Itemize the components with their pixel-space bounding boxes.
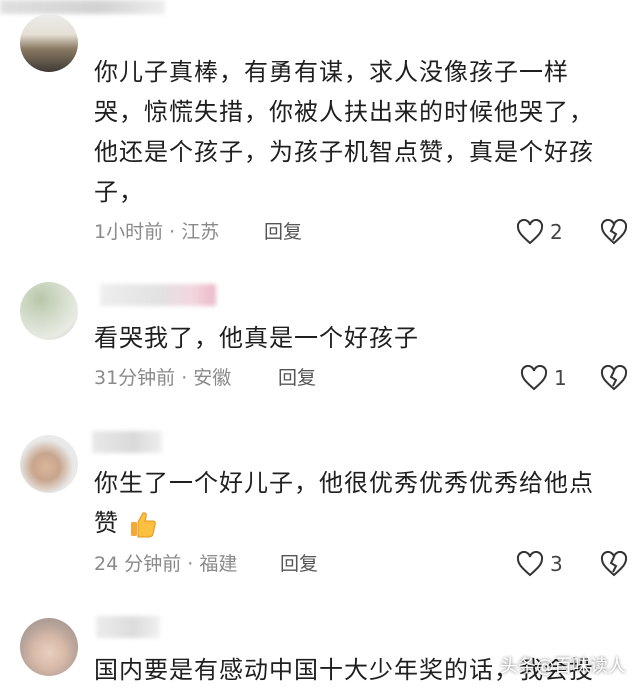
comment-text: 你儿子真棒，有勇有谋，求人没像孩子一样 哭，惊慌失措，你被人扶出来的时候他哭了，… <box>94 58 594 206</box>
like-button[interactable]: 2 <box>516 217 563 247</box>
heart-outline-icon <box>520 365 548 391</box>
username-blurred[interactable] <box>100 284 216 306</box>
comment-item: 你生了一个好儿子，他很优秀优秀优秀给他点 赞 24 分钟前 · 福建 回复 3 <box>0 425 640 595</box>
comment-meta: 31分钟前 · 安徽 <box>94 367 232 389</box>
heart-outline-icon <box>516 219 544 245</box>
broken-heart-icon[interactable] <box>600 219 628 245</box>
thumbs-up-emoji <box>130 512 156 538</box>
avatar[interactable] <box>20 618 78 676</box>
watermark: 头条@百味读人 <box>500 656 626 677</box>
username-blurred[interactable] <box>0 0 165 14</box>
reply-button[interactable]: 回复 <box>280 550 318 578</box>
avatar[interactable] <box>20 282 78 340</box>
reply-button[interactable]: 回复 <box>264 218 302 246</box>
like-count: 2 <box>550 220 563 244</box>
comment-item: 你儿子真棒，有勇有谋，求人没像孩子一样 哭，惊慌失措，你被人扶出来的时候他哭了，… <box>0 0 640 260</box>
broken-heart-icon[interactable] <box>600 365 628 391</box>
username-blurred[interactable] <box>92 431 162 453</box>
like-count: 3 <box>550 552 563 576</box>
like-count: 1 <box>554 366 567 390</box>
avatar[interactable] <box>20 435 78 493</box>
username-blurred[interactable] <box>96 616 160 638</box>
avatar[interactable] <box>20 14 78 72</box>
comment-meta: 1小时前 · 江苏 <box>94 221 220 243</box>
broken-heart-icon[interactable] <box>600 551 628 577</box>
comment-item: 看哭我了，他真是一个好孩子 31分钟前 · 安徽 回复 1 <box>0 280 640 410</box>
like-button[interactable]: 1 <box>520 363 567 393</box>
comment-meta: 24 分钟前 · 福建 <box>94 553 238 575</box>
comment-text: 你生了一个好儿子，他很优秀优秀优秀给他点 赞 <box>94 469 594 538</box>
comment-text: 看哭我了，他真是一个好孩子 <box>94 324 419 352</box>
like-button[interactable]: 3 <box>516 549 563 579</box>
reply-button[interactable]: 回复 <box>278 364 316 392</box>
heart-outline-icon <box>516 551 544 577</box>
